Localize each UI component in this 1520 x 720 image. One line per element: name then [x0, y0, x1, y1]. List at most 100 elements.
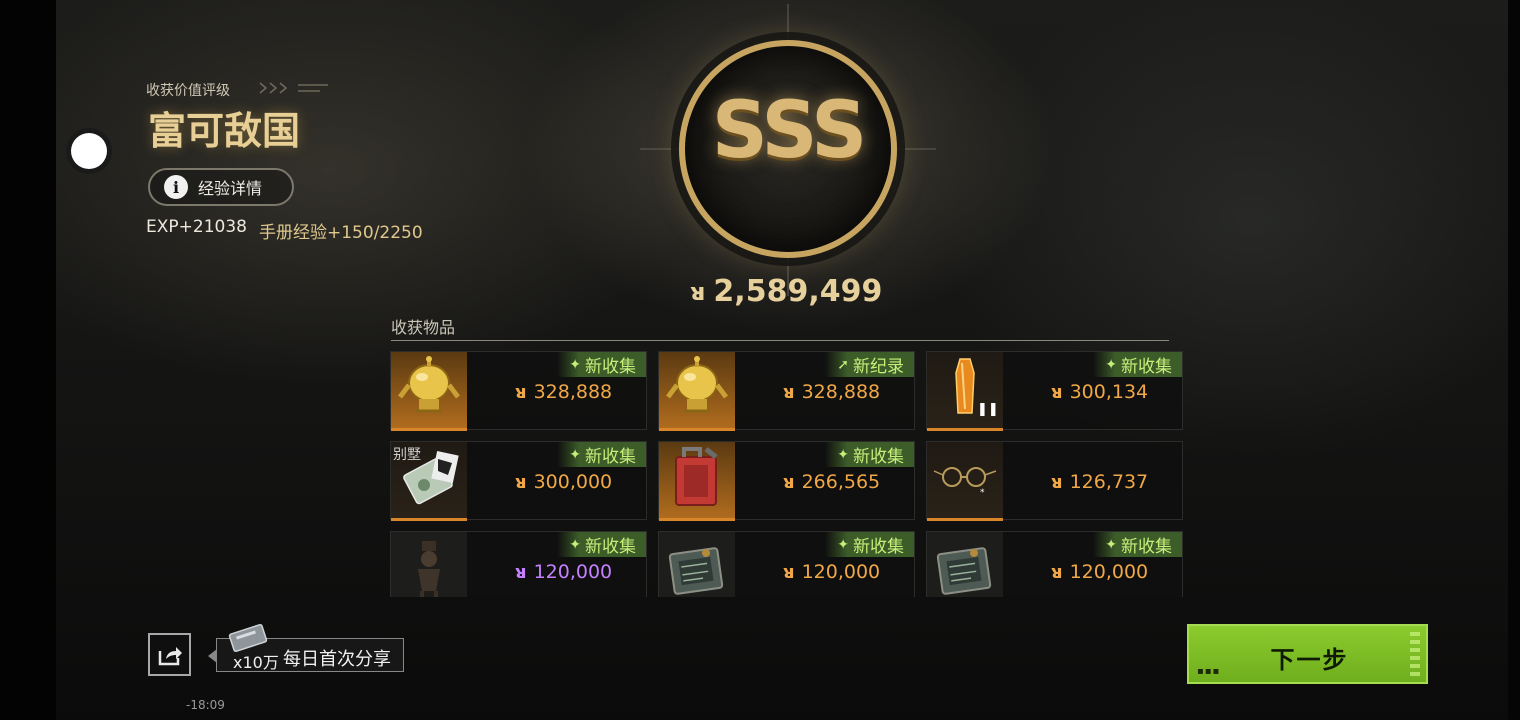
currency-icon: ᴚ	[515, 381, 527, 403]
pause-icon: ❚❚	[977, 402, 999, 417]
currency-icon: ᴚ	[1051, 471, 1063, 493]
item-value: ᴚ 300,000	[515, 471, 612, 493]
item-value: ᴚ 120,000	[515, 561, 612, 583]
item-tag-label: 新收集	[853, 447, 904, 467]
item-card[interactable]: ✦ 新收集 ᴚ 120,000	[390, 531, 647, 597]
item-card[interactable]: ✦ 新收集 ᴚ 266,565	[658, 441, 915, 521]
item-value: ᴚ 300,134	[1051, 381, 1148, 403]
item-value-amount: 120,000	[533, 561, 613, 583]
currency-icon: ᴚ	[690, 277, 706, 306]
share-button[interactable]	[148, 633, 191, 676]
currency-icon: ᴚ	[783, 381, 795, 403]
item-value: ᴚ 120,000	[783, 561, 880, 583]
rating-title: 富可敌国	[148, 109, 301, 153]
item-new-tag: ✦ 新收集	[557, 352, 646, 377]
item-value-amount: 120,000	[801, 561, 881, 583]
left-screen-edge	[0, 0, 56, 720]
sparkle-icon: ✦	[569, 536, 581, 553]
currency-icon: ᴚ	[515, 561, 527, 583]
item-card[interactable]: 别墅 ✦ 新收集 ᴚ 300,000	[390, 441, 647, 521]
item-card[interactable]: * ᴚ 126,737	[926, 441, 1183, 521]
item-thumbnail: 别墅	[391, 442, 467, 521]
item-card[interactable]: ✦ 新收集 ᴚ 120,000	[658, 531, 915, 597]
item-card[interactable]: ➚ 新纪录 ᴚ 328,888	[658, 351, 915, 431]
exp-gain: EXP+21038	[146, 217, 247, 237]
item-thumbnail	[659, 532, 735, 597]
daily-share-reward-tip[interactable]: x10万 每日首次分享	[208, 623, 404, 672]
item-value-amount: 300,000	[533, 471, 613, 493]
sparkle-icon: ✦	[837, 446, 849, 463]
sparkle-icon: ✦	[837, 536, 849, 553]
item-thumbnail	[927, 532, 1003, 597]
share-icon	[158, 646, 182, 665]
red-jerrycan-icon	[662, 443, 732, 517]
item-new-tag: ✦ 新收集	[557, 442, 646, 467]
antique-figurine-icon	[394, 535, 464, 597]
golden-robot-statue-icon	[662, 353, 732, 427]
floating-assist-dot[interactable]	[66, 128, 112, 174]
currency-icon: ᴚ	[783, 561, 795, 583]
item-thumbnail	[391, 352, 467, 431]
sparkle-icon: ✦	[569, 356, 581, 373]
item-value-amount: 126,737	[1069, 471, 1149, 493]
arrow-up-icon: ➚	[837, 356, 849, 373]
rating-subtitle: 收获价值评级	[146, 83, 230, 99]
item-tag-label: 新收集	[585, 537, 636, 557]
item-new-tag: ✦ 新收集	[825, 442, 914, 467]
right-screen-edge	[1508, 0, 1520, 720]
timer-readout: -18:09	[186, 698, 225, 712]
manual-exp-gain: 手册经验+150/2250	[259, 223, 423, 243]
item-value-amount: 328,888	[801, 381, 881, 403]
share-reward-count: x10万	[233, 653, 279, 672]
total-value-amount: 2,589,499	[713, 274, 883, 309]
item-tag-label: 新收集	[853, 537, 904, 557]
item-card[interactable]: ✦ 新收集 ᴚ 120,000	[926, 531, 1183, 597]
item-tag-label: 新收集	[585, 447, 636, 467]
next-step-label: 下一步	[1270, 646, 1349, 674]
item-tag-label: 新收集	[1121, 357, 1172, 377]
svg-text:*: *	[980, 488, 985, 498]
currency-icon: ᴚ	[783, 471, 795, 493]
item-value-amount: 120,000	[1069, 561, 1149, 583]
item-new-tag: ✦ 新收集	[557, 532, 646, 557]
item-value: ᴚ 126,737	[1051, 471, 1148, 493]
button-dots-decoration: ▪▪▪	[1197, 666, 1221, 677]
item-new-tag: ✦ 新收集	[825, 532, 914, 557]
item-tag-label: 新纪录	[853, 357, 904, 377]
total-value: ᴚ 2,589,499	[690, 274, 882, 309]
sparkle-icon: ✦	[569, 446, 581, 463]
info-icon: i	[164, 175, 188, 199]
item-value-amount: 328,888	[533, 381, 613, 403]
item-new-tag: ✦ 新收集	[1093, 532, 1182, 557]
currency-icon: ᴚ	[1051, 561, 1063, 583]
sparkle-icon: ✦	[1105, 536, 1117, 553]
item-thumbnail	[659, 352, 735, 431]
items-divider	[391, 340, 1169, 341]
item-thumbnail-label: 别墅	[393, 447, 421, 463]
item-value: ᴚ 266,565	[783, 471, 880, 493]
item-card[interactable]: ✦ 新收集 ᴚ 328,888	[390, 351, 647, 431]
exp-details-button[interactable]: i 经验详情	[148, 168, 294, 206]
golden-robot-statue-icon	[394, 353, 464, 427]
item-value-amount: 300,134	[1069, 381, 1149, 403]
item-new-tag: ✦ 新收集	[1093, 352, 1182, 377]
items-section-label: 收获物品	[391, 318, 456, 337]
item-thumbnail: ❚❚	[927, 352, 1003, 431]
items-grid: ✦ 新收集 ᴚ 328,888 ➚ 新纪录 ᴚ 328,888 ❚❚ ✦ 新收集 ᴚ 300,134 别墅…	[390, 351, 1190, 597]
next-step-button[interactable]: 下一步 ▪▪▪	[1187, 624, 1428, 684]
item-value: ᴚ 328,888	[515, 381, 612, 403]
item-new-tag: ➚ 新纪录	[825, 352, 914, 377]
item-value: ᴚ 328,888	[783, 381, 880, 403]
share-reward-text: 每日首次分享	[283, 649, 391, 670]
item-tag-label: 新收集	[585, 357, 636, 377]
item-thumbnail: *	[927, 442, 1003, 521]
item-thumbnail	[391, 532, 467, 597]
round-glasses-icon: *	[930, 443, 1000, 517]
currency-icon: ᴚ	[515, 471, 527, 493]
item-value-amount: 266,565	[801, 471, 881, 493]
item-value: ᴚ 120,000	[1051, 561, 1148, 583]
rating-decoration-icon	[259, 82, 328, 94]
circuit-module-icon	[930, 535, 1000, 598]
item-card[interactable]: ❚❚ ✦ 新收集 ᴚ 300,134	[926, 351, 1183, 431]
circuit-module-icon	[662, 535, 732, 598]
